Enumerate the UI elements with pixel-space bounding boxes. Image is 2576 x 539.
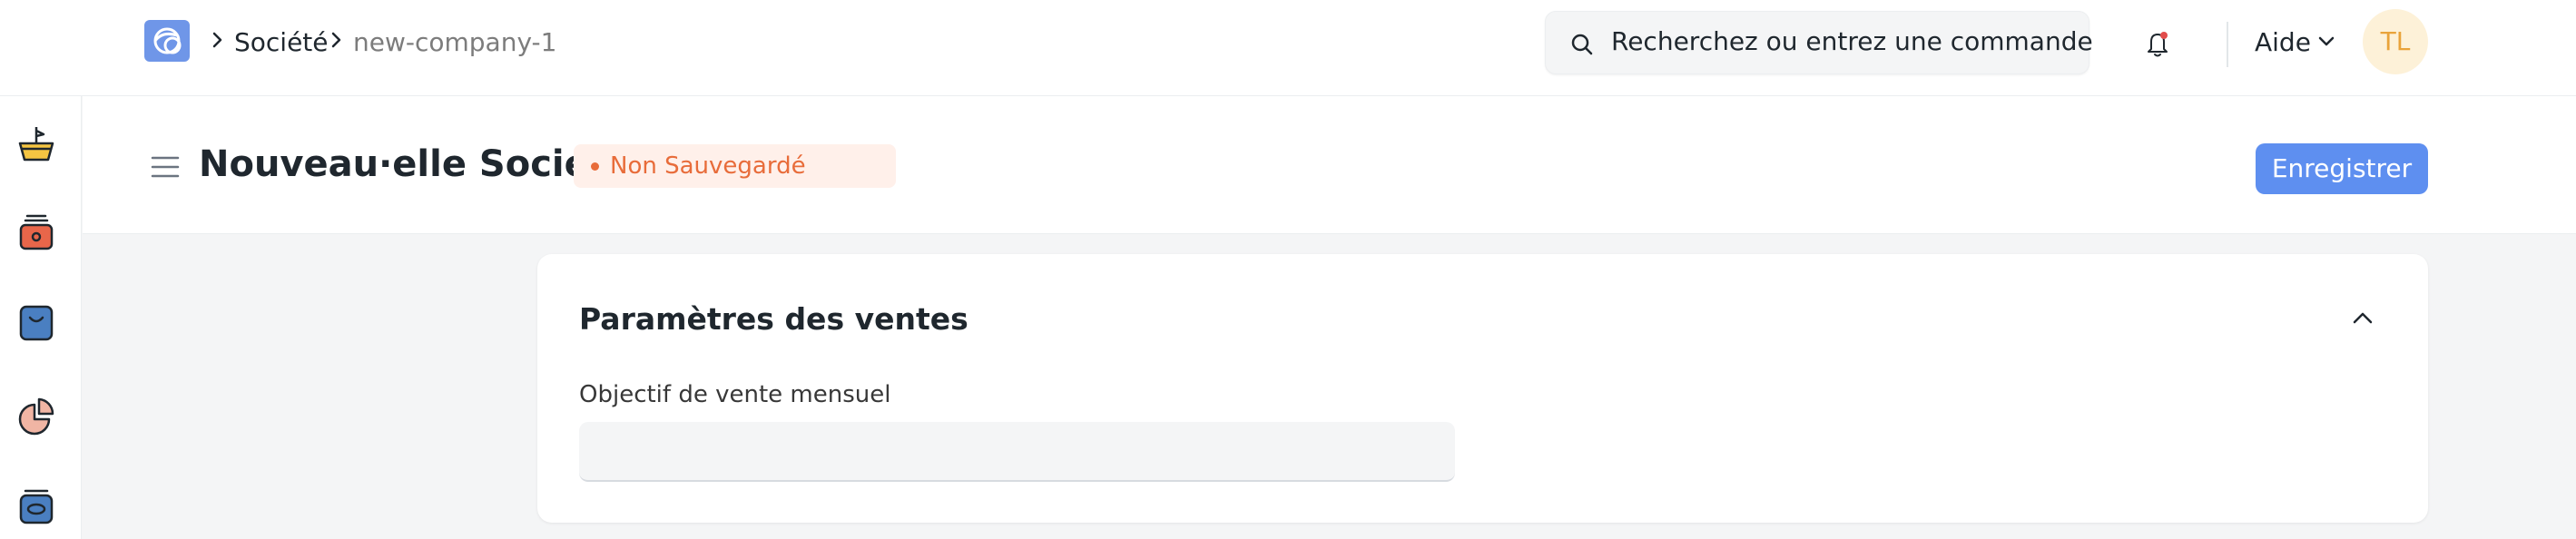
pie-chart-icon[interactable] — [16, 396, 56, 436]
monthly-sales-target-input[interactable] — [579, 422, 1455, 482]
hamburger-menu-icon[interactable] — [151, 155, 180, 179]
navbar-divider — [2227, 22, 2228, 67]
shopping-bag-icon[interactable] — [16, 303, 56, 343]
status-badge: Non Sauvegardé — [574, 144, 896, 188]
save-button[interactable]: Enregistrer — [2256, 143, 2428, 194]
box-icon[interactable] — [16, 486, 56, 526]
app-logo[interactable] — [144, 20, 190, 62]
sales-settings-section: Paramètres des ventes Objectif de vente … — [537, 254, 2428, 523]
breadcrumb-current[interactable]: new-company-1 — [353, 26, 556, 59]
chevron-right-icon — [211, 29, 225, 51]
page-header: Nouveau·elle Société Non Sauvegardé Enre… — [83, 96, 2576, 234]
cash-register-icon[interactable] — [16, 212, 56, 252]
page-title: Nouveau·elle Société — [199, 143, 631, 185]
breadcrumb-company[interactable]: Société — [234, 26, 329, 59]
help-menu[interactable]: Aide — [2255, 26, 2311, 59]
search-input[interactable]: Recherchez ou entrez une commande — [1611, 25, 2093, 58]
monthly-sales-target-label: Objectif de vente mensuel — [579, 381, 891, 408]
avatar[interactable]: TL — [2363, 9, 2428, 74]
chevron-down-icon[interactable] — [2317, 35, 2335, 48]
search-bar[interactable]: Recherchez ou entrez une commande — [1545, 11, 2093, 74]
status-label: Non Sauvegardé — [610, 152, 806, 180]
section-title: Paramètres des ventes — [579, 301, 968, 337]
notification-bell-icon[interactable] — [2144, 29, 2171, 58]
search-icon — [1569, 32, 1595, 57]
logo-icon — [153, 27, 182, 54]
plant-pot-icon[interactable] — [16, 123, 56, 163]
chevron-right-icon — [329, 29, 344, 51]
sidebar-rail — [0, 96, 82, 539]
top-navbar: Société new-company-1 Recherchez ou entr… — [0, 0, 2576, 96]
chevron-up-icon[interactable] — [2352, 310, 2374, 325]
status-dot — [591, 162, 599, 171]
